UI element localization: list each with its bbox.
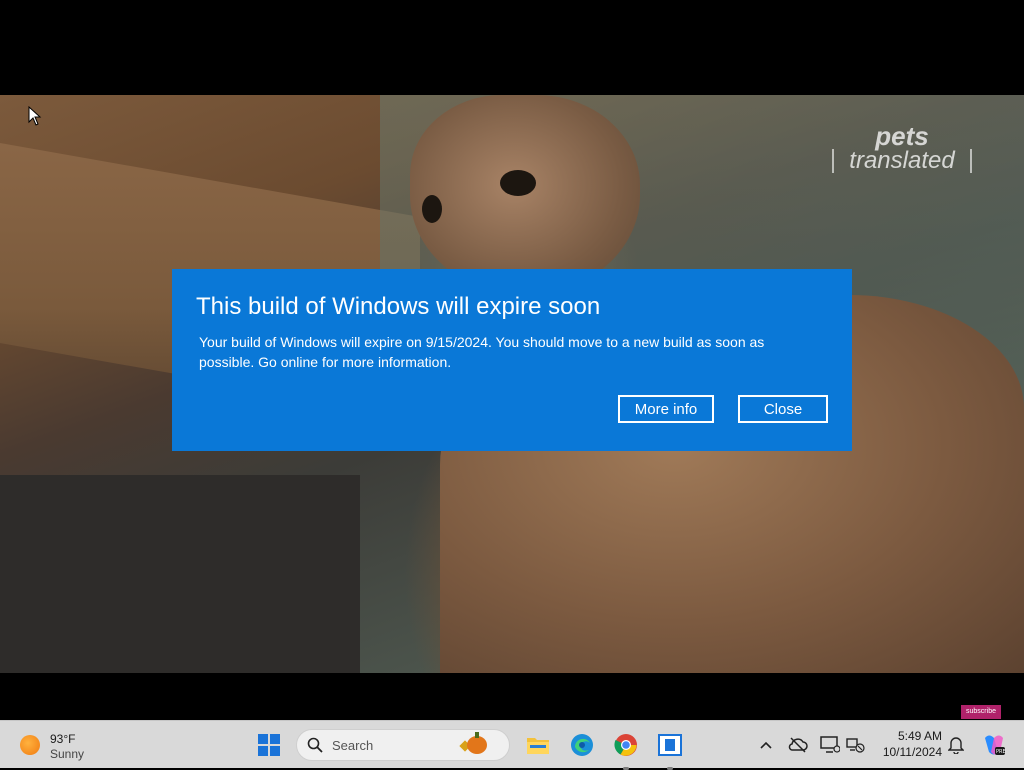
build-expiration-dialog: This build of Windows will expire soon Y…: [172, 269, 852, 451]
svg-text:PRE: PRE: [996, 749, 1006, 755]
more-info-button[interactable]: More info: [618, 395, 714, 423]
network-status-icon[interactable]: [844, 733, 868, 757]
folder-icon[interactable]: [522, 729, 554, 761]
taskbar: 93°F Sunny Search 5:49 AM 10/11/2024 PRE: [0, 720, 1024, 770]
pumpkin-icon: [467, 736, 487, 754]
notification-bell-icon[interactable]: [944, 733, 968, 757]
watermark-line2: translated: [832, 149, 972, 173]
chevron-up-icon[interactable]: [754, 733, 778, 757]
search-placeholder: Search: [332, 738, 374, 753]
close-button[interactable]: Close: [738, 395, 828, 423]
dialog-title: This build of Windows will expire soon: [196, 293, 601, 320]
weather-temperature: 93°F: [50, 732, 76, 746]
cloud-offline-icon[interactable]: [786, 733, 810, 757]
taskbar-search-box[interactable]: Search: [296, 729, 510, 761]
clock-time: 5:49 AM: [897, 729, 942, 743]
dialog-message: Your build of Windows will expire on 9/1…: [199, 334, 765, 370]
window-icon[interactable]: [654, 729, 686, 770]
sun-icon: [20, 735, 40, 755]
subscribe-badge[interactable]: subscribe: [961, 705, 1001, 719]
chrome-icon[interactable]: [610, 729, 642, 770]
copilot-icon[interactable]: PRE: [980, 731, 1008, 759]
search-icon: [307, 737, 323, 758]
windows-start-icon[interactable]: [253, 729, 285, 761]
weather-condition: Sunny: [50, 747, 85, 761]
taskbar-clock[interactable]: 5:49 AM 10/11/2024: [872, 728, 942, 760]
display-icon[interactable]: [818, 733, 842, 757]
clock-date: 10/11/2024: [882, 745, 942, 759]
watermark-line1: pets: [875, 121, 929, 151]
cat-eye: [500, 170, 536, 196]
cat-head: [410, 95, 640, 295]
pets-translated-watermark: pets translated: [832, 123, 972, 173]
cat-eye: [422, 195, 442, 223]
edge-icon[interactable]: [566, 729, 598, 761]
pumpkin-stem: [475, 732, 479, 738]
dark-furniture: [0, 475, 360, 673]
